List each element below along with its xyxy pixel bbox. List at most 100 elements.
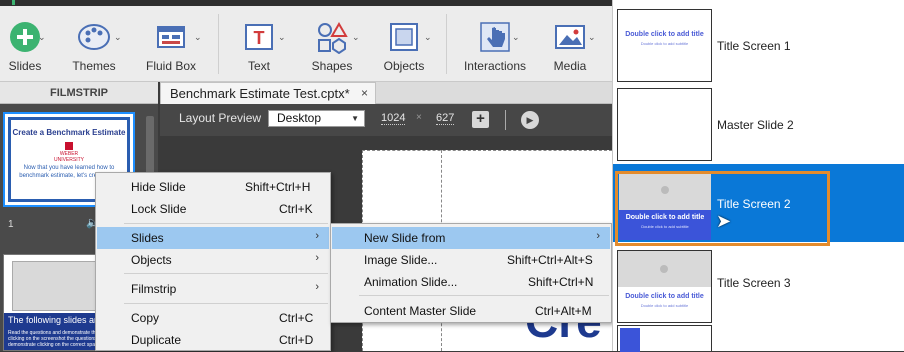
submenu-arrow-icon: › — [315, 252, 319, 264]
width-field[interactable]: 1024 — [381, 112, 406, 125]
fluid-box-label: Fluid Box — [145, 59, 197, 73]
document-tab[interactable]: Benchmark Estimate Test.cptx* × — [160, 82, 376, 104]
chevron-down-icon: ⌄ — [512, 32, 520, 42]
menu-item-slides[interactable]: Slides › — [97, 227, 329, 249]
times-separator: × — [416, 112, 422, 123]
menu-item-label: Filmstrip — [131, 282, 177, 296]
document-tab-label: Benchmark Estimate Test.cptx* — [170, 86, 350, 101]
master-label-title-screen-1[interactable]: Title Screen 1 — [717, 39, 791, 53]
context-menu: Hide Slide Shift+Ctrl+H Lock Slide Ctrl+… — [95, 172, 331, 351]
slide-1-number: 1 — [8, 219, 14, 230]
menu-item-label: Animation Slide... — [364, 275, 458, 289]
menu-item-label: New Slide from — [364, 231, 446, 245]
shapes-icon — [318, 22, 348, 54]
menu-item-shortcut: Shift+Ctrl+N — [528, 275, 594, 289]
device-select-value: Desktop — [277, 111, 322, 125]
chevron-down-icon: ⌄ — [588, 32, 596, 42]
menu-item-shortcut: Ctrl+K — [279, 202, 313, 216]
menu-separator — [359, 295, 609, 296]
menu-item-label: Copy — [131, 311, 160, 325]
menu-item-label: Image Slide... — [364, 253, 438, 267]
shapes-label: Shapes — [311, 59, 353, 73]
chevron-down-icon: ⌄ — [278, 32, 286, 42]
objects-label: Objects — [383, 59, 425, 73]
palette-icon — [78, 24, 110, 50]
menu-item-label: Duplicate — [131, 333, 182, 347]
objects-button[interactable]: ⌄ Objects — [376, 14, 432, 76]
menu-item-filmstrip[interactable]: Filmstrip › — [97, 278, 329, 300]
master-thumb-master-slide-2[interactable] — [617, 88, 712, 161]
menu-item-new-slide-from[interactable]: New Slide from › — [332, 227, 610, 249]
master-label-title-screen-3[interactable]: Title Screen 3 — [717, 276, 791, 290]
submenu-arrow-icon: › — [596, 230, 600, 242]
add-breakpoint-button[interactable]: + — [472, 111, 489, 128]
menu-item-shortcut: Ctrl+Alt+M — [535, 304, 592, 318]
toolbar-divider — [218, 14, 219, 74]
color-block — [620, 328, 640, 352]
filmstrip-header: FILMSTRIP — [0, 82, 158, 104]
menu-item-lock-slide[interactable]: Lock Slide Ctrl+K — [97, 198, 329, 220]
chevron-down-icon: ⌄ — [114, 32, 122, 42]
menu-item-label: Lock Slide — [131, 202, 187, 216]
slides-label: Slides — [8, 59, 42, 73]
objects-icon — [390, 23, 418, 51]
mouse-cursor-icon: ➤ — [716, 211, 732, 231]
menu-item-animation-slide[interactable]: Animation Slide... Shift+Ctrl+N — [332, 271, 610, 293]
toolbar-divider — [446, 14, 447, 74]
media-button[interactable]: ⌄ Media — [542, 14, 598, 76]
chevron-down-icon: ⌄ — [194, 32, 202, 42]
text-button[interactable]: T ⌄ Text — [232, 14, 286, 76]
thumb-title: Double click to add title — [625, 293, 704, 300]
highlight-outline — [615, 171, 830, 246]
menu-item-shortcut: Ctrl+D — [279, 333, 314, 347]
menu-item-hide-slide[interactable]: Hide Slide Shift+Ctrl+H — [97, 176, 329, 198]
text-label: Text — [247, 59, 270, 73]
slide-1-university: WEBER UNIVERSITY — [53, 151, 84, 163]
height-field[interactable]: 627 — [436, 112, 455, 125]
svg-text:T: T — [254, 28, 265, 48]
submenu-arrow-icon: › — [315, 230, 319, 242]
master-thumb-title-screen-1[interactable]: Double click to add title Double click t… — [617, 9, 712, 82]
image-placeholder-icon — [660, 265, 668, 273]
interactions-label: Interactions — [463, 59, 527, 73]
thumb-subtitle: Double click to add subtitle — [640, 41, 689, 46]
fluid-box-button[interactable]: ⌄ Fluid Box — [140, 14, 202, 76]
slides-button[interactable]: ⌄ Slides — [0, 14, 50, 76]
slide-1-title: Create a Benchmark Estimate — [12, 128, 126, 137]
device-select[interactable]: Desktop ▼ — [268, 110, 365, 127]
thumb-title: Double click to add title — [625, 31, 704, 38]
close-tab-icon[interactable]: × — [361, 83, 368, 104]
menu-item-label: Objects — [131, 253, 172, 267]
dropdown-arrow-icon: ▼ — [351, 114, 359, 123]
layout-preview-label: Layout Preview — [179, 111, 262, 125]
themes-button[interactable]: ⌄ Themes — [66, 14, 122, 76]
slides-submenu: New Slide from › Image Slide... Shift+Ct… — [330, 223, 612, 323]
interactions-button[interactable]: ⌄ Interactions — [460, 14, 530, 76]
shapes-button[interactable]: ⌄ Shapes — [304, 14, 360, 76]
menu-item-image-slide[interactable]: Image Slide... Shift+Ctrl+Alt+S — [332, 249, 610, 271]
menu-item-label: Content Master Slide — [364, 304, 477, 318]
menu-item-content-master-slide[interactable]: Content Master Slide Ctrl+Alt+M — [332, 300, 610, 322]
menu-separator — [124, 303, 328, 304]
menu-item-label: Slides — [131, 231, 164, 245]
chevron-down-icon: ⌄ — [352, 32, 360, 42]
menu-separator — [124, 223, 328, 224]
menu-item-objects[interactable]: Objects › — [97, 249, 329, 271]
university-logo-icon — [65, 142, 73, 150]
submenu-arrow-icon: › — [315, 281, 319, 293]
chevron-down-icon: ⌄ — [38, 32, 46, 42]
fluid-box-icon — [157, 26, 185, 48]
menu-item-label: Hide Slide — [131, 180, 186, 194]
master-thumb-next[interactable] — [617, 325, 712, 352]
menu-item-copy[interactable]: Copy Ctrl+C — [97, 307, 329, 329]
master-thumb-title-screen-3[interactable]: Double click to add title Double click t… — [617, 250, 712, 323]
menu-item-shortcut: Shift+Ctrl+Alt+S — [507, 253, 593, 267]
menu-item-shortcut: Ctrl+C — [279, 311, 314, 325]
play-preview-button[interactable]: ▶ — [521, 111, 539, 129]
hand-pointer-icon — [480, 22, 510, 52]
master-label-master-slide-2[interactable]: Master Slide 2 — [717, 118, 794, 132]
menu-item-duplicate[interactable]: Duplicate Ctrl+D — [97, 329, 329, 351]
menu-item-shortcut: Shift+Ctrl+H — [245, 180, 311, 194]
plus-circle-icon — [10, 22, 40, 52]
thumb-subtitle: Double click to add subtitle — [640, 303, 689, 308]
